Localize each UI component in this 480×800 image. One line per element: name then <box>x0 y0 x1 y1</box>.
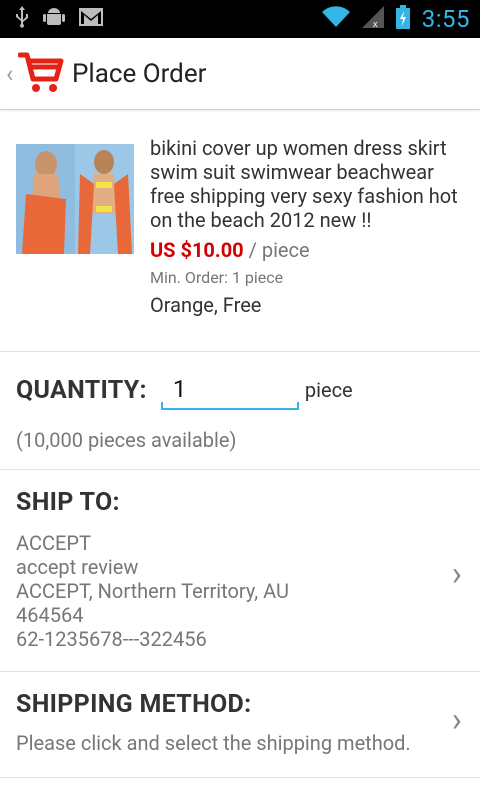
shipping-method-section[interactable]: SHIPPING METHOD: Please click and select… <box>0 672 480 778</box>
status-bar-right: x 3:55 <box>321 5 470 33</box>
product-title: bikini cover up women dress skirt swim s… <box>150 136 458 232</box>
quantity-label: QUANTITY: <box>16 375 147 405</box>
available-count: (10,000 pieces available) <box>16 428 237 452</box>
price-unit: / piece <box>248 238 310 262</box>
cart-logo-icon <box>17 49 64 99</box>
quantity-field-wrap <box>147 370 299 410</box>
quantity-row: QUANTITY: piece <box>16 370 464 410</box>
status-bar-left <box>14 5 104 33</box>
wifi-icon <box>321 6 350 32</box>
product-variant: Orange, Free <box>150 293 262 317</box>
quantity-section: QUANTITY: piece (10,000 pieces available… <box>0 352 480 470</box>
svg-text:x: x <box>373 19 378 28</box>
signal-icon: x <box>361 6 384 32</box>
product-thumbnail <box>16 144 134 254</box>
shipping-method-label: SHIPPING METHOD: <box>16 690 252 719</box>
action-bar: ‹ Place Order <box>0 38 480 110</box>
address-line: 464564 <box>16 603 84 627</box>
quantity-unit: piece <box>304 378 353 402</box>
page-title: Place Order <box>72 58 207 89</box>
address-line: ACCEPT, Northern Territory, AU <box>16 579 290 603</box>
ship-to-section[interactable]: SHIP TO: ACCEPT accept review ACCEPT, No… <box>0 470 480 672</box>
chevron-right-icon: › <box>451 700 462 740</box>
ship-to-label: SHIP TO: <box>16 488 120 517</box>
product-price: US $10.00 <box>150 238 244 262</box>
gmail-icon <box>78 7 104 31</box>
shipping-method-hint: Please click and select the shipping met… <box>16 731 411 755</box>
quantity-input[interactable] <box>160 370 299 410</box>
address-line: accept review <box>16 555 139 579</box>
usb-icon <box>14 6 30 32</box>
address-line: 62-1235678---322456 <box>16 627 207 651</box>
status-bar: x 3:55 <box>0 0 480 38</box>
product-summary: bikini cover up women dress skirt swim s… <box>0 110 480 352</box>
chevron-left-icon: ‹ <box>6 59 14 88</box>
address-line: ACCEPT <box>16 531 91 555</box>
up-navigation[interactable]: ‹ <box>6 49 64 99</box>
clock: 3:55 <box>421 5 470 33</box>
min-order: Min. Order: 1 piece <box>150 268 284 287</box>
product-info: bikini cover up women dress skirt swim s… <box>150 136 464 335</box>
price-row: US $10.00 / piece <box>150 238 464 262</box>
android-debug-icon <box>42 5 66 33</box>
chevron-right-icon: › <box>451 554 462 594</box>
shipping-address: ACCEPT accept review ACCEPT, Northern Te… <box>16 531 464 651</box>
battery-icon <box>395 5 410 33</box>
